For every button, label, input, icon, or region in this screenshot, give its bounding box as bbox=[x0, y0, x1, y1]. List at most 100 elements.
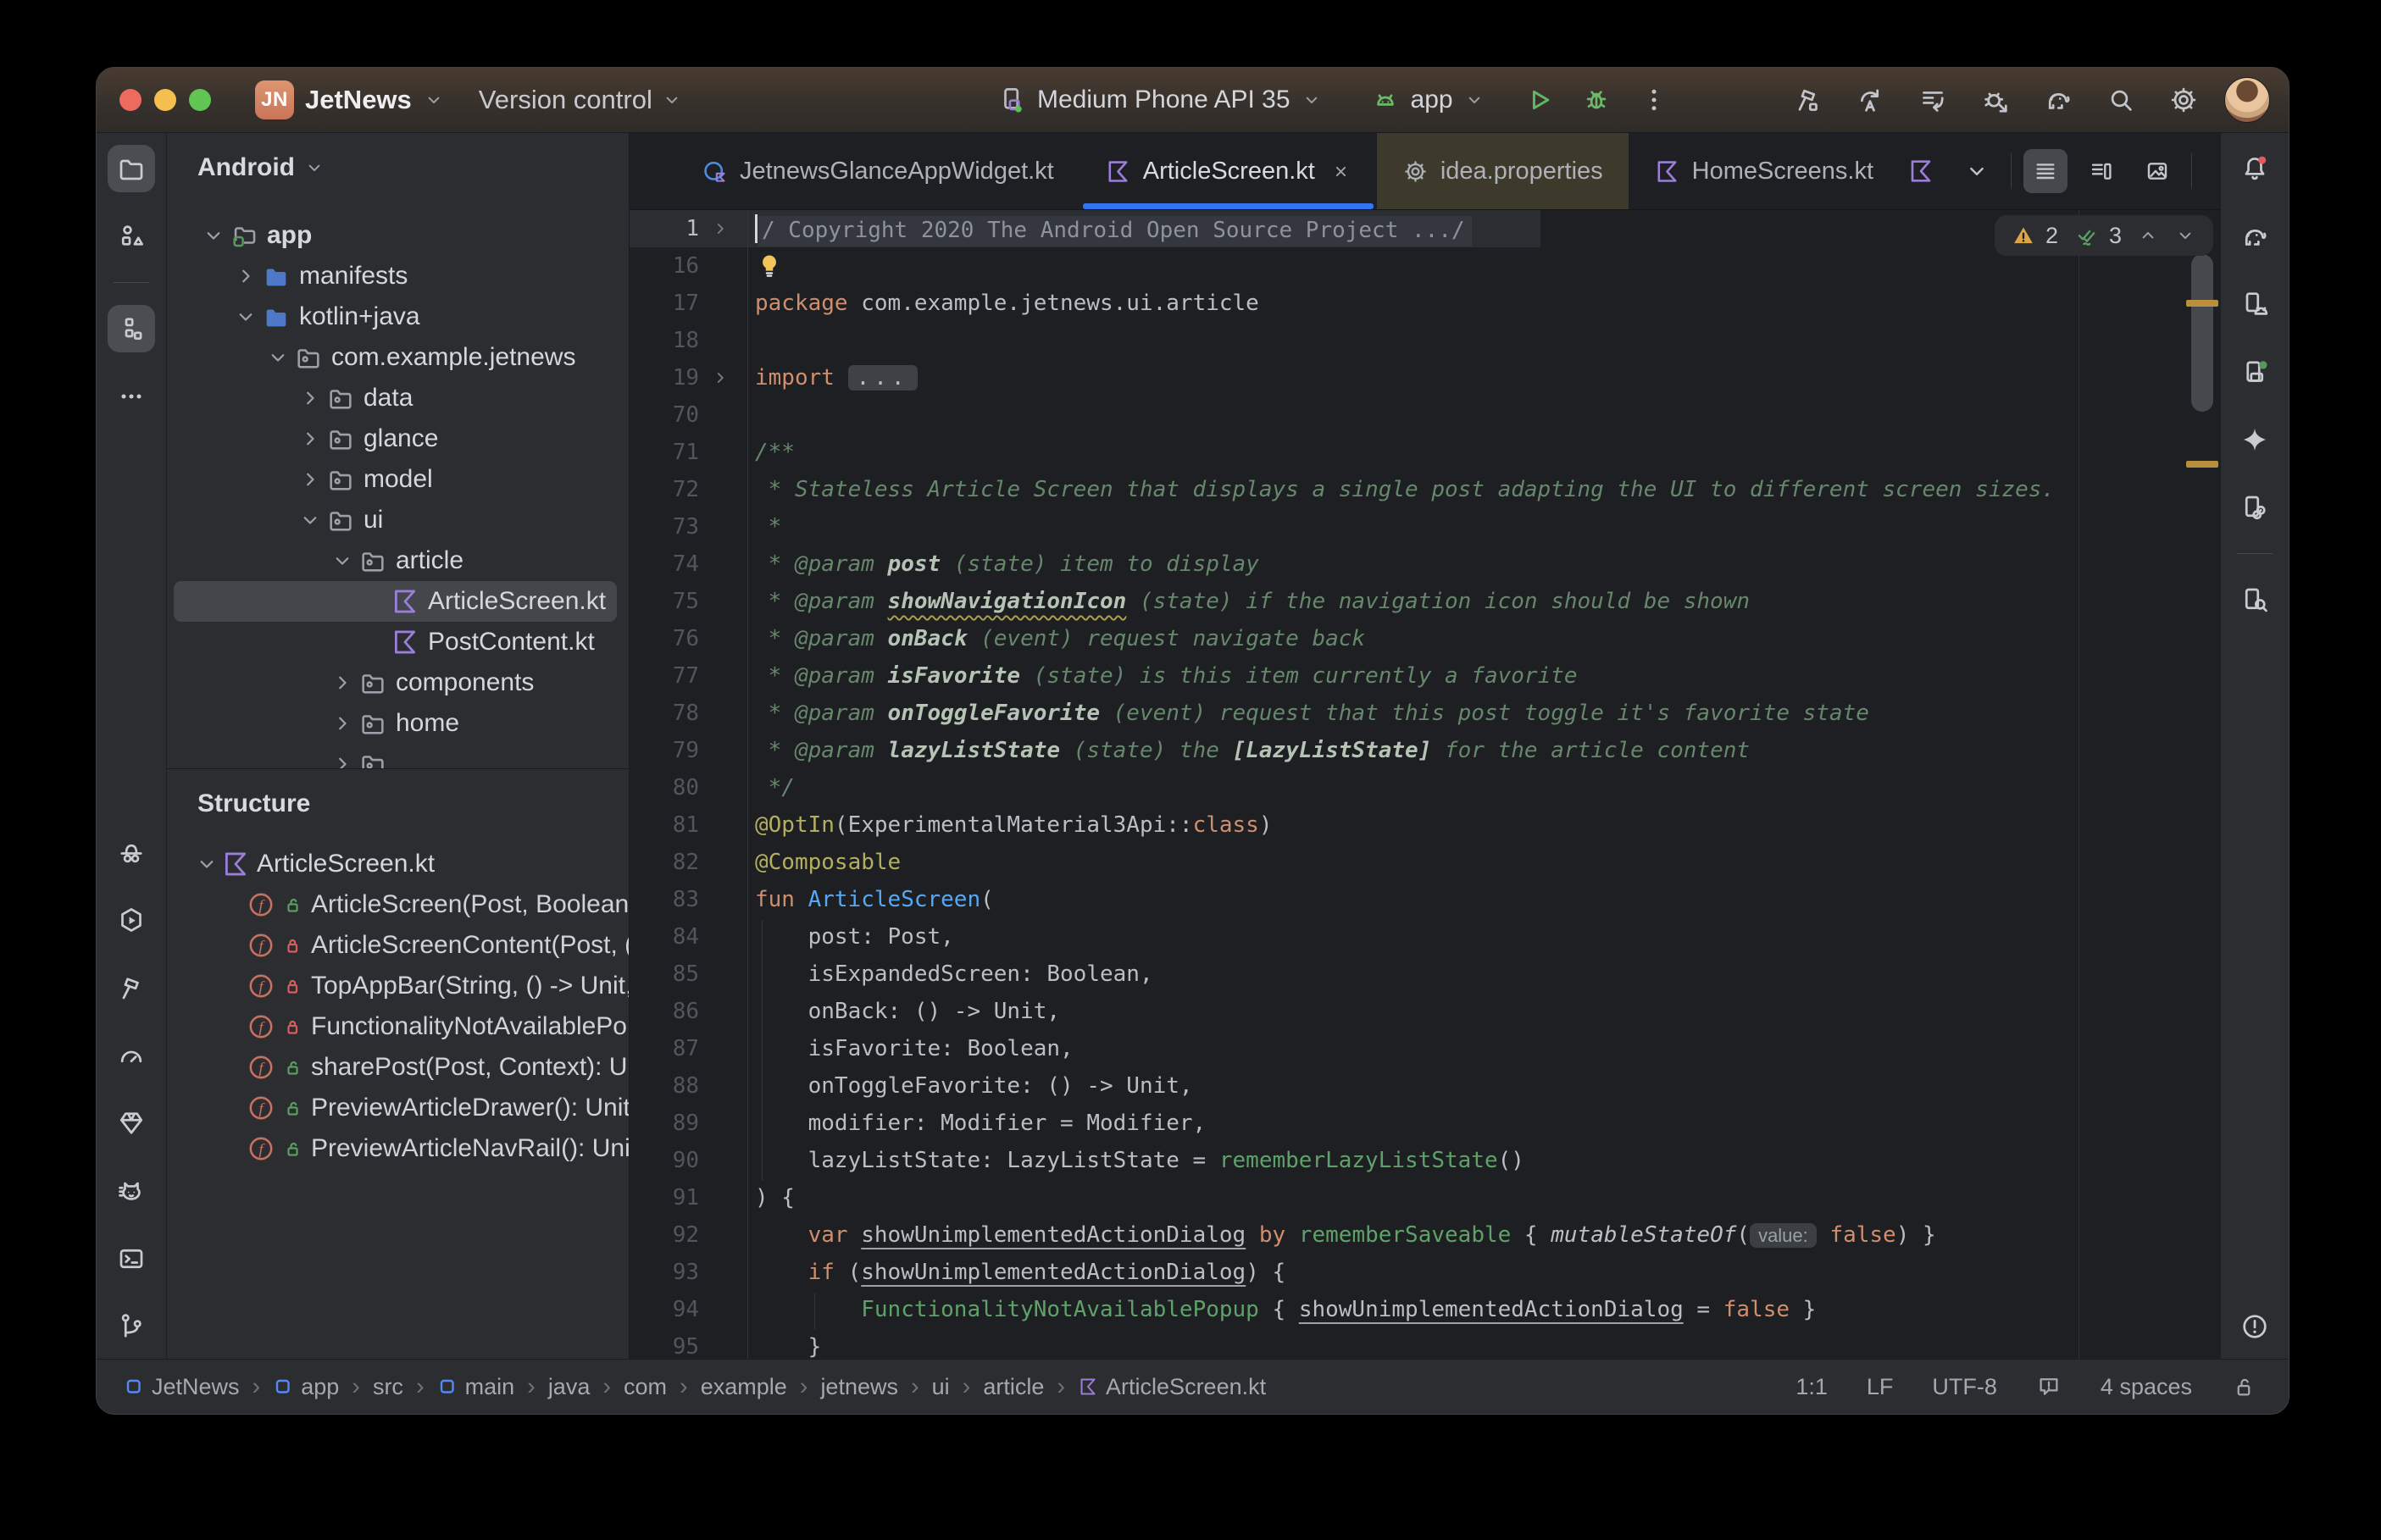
line-number[interactable]: 88 bbox=[630, 1073, 699, 1099]
minimize-window-button[interactable] bbox=[154, 89, 176, 111]
project-tree-item-ui[interactable]: ui bbox=[174, 500, 617, 540]
line-number[interactable]: 1 bbox=[630, 216, 699, 241]
line-number[interactable]: 92 bbox=[630, 1222, 699, 1248]
code-text[interactable]: * @param onToggleFavorite (event) reques… bbox=[748, 701, 2220, 726]
attach-debugger-button[interactable] bbox=[1973, 78, 2017, 122]
code-line-95[interactable]: 95 } bbox=[630, 1328, 2220, 1359]
line-number[interactable]: 85 bbox=[630, 961, 699, 987]
project-widget[interactable]: JN JetNews bbox=[255, 80, 445, 119]
breadcrumb-jetnews[interactable]: JetNews bbox=[124, 1374, 240, 1400]
code-text[interactable]: } bbox=[748, 1334, 2220, 1359]
line-number[interactable]: 89 bbox=[630, 1111, 699, 1136]
next-problem-icon[interactable] bbox=[2174, 224, 2196, 247]
project-tree-item-app[interactable]: app bbox=[174, 215, 617, 256]
structure-tool-button[interactable] bbox=[108, 305, 155, 352]
apply-changes-button[interactable] bbox=[1848, 78, 1892, 122]
tab-homescreens-kt[interactable]: HomeScreens.kt bbox=[1629, 133, 1899, 209]
project-tool-button[interactable] bbox=[108, 145, 155, 192]
code-text[interactable]: package com.example.jetnews.ui.article bbox=[748, 291, 2220, 316]
chevron-down-icon[interactable] bbox=[233, 304, 258, 330]
project-tree-item-partial[interactable] bbox=[174, 744, 617, 768]
chevron-down-icon[interactable] bbox=[201, 223, 226, 248]
close-tab-icon[interactable] bbox=[1330, 161, 1351, 182]
chevron-right-icon[interactable] bbox=[330, 711, 355, 736]
breadcrumb-article[interactable]: article bbox=[983, 1374, 1044, 1400]
code-text[interactable]: * @param isFavorite (state) is this item… bbox=[748, 663, 2220, 689]
code-text[interactable] bbox=[748, 252, 2220, 280]
line-number[interactable]: 79 bbox=[630, 738, 699, 763]
chevron-down-icon[interactable] bbox=[265, 345, 291, 370]
code-text[interactable]: * bbox=[748, 514, 2220, 540]
problems-button[interactable] bbox=[2231, 1303, 2278, 1350]
chevron-down-icon[interactable] bbox=[297, 507, 323, 533]
code-text[interactable]: /** bbox=[748, 440, 2220, 465]
view-code-button[interactable] bbox=[2023, 149, 2067, 193]
code-line-70[interactable]: 70 bbox=[630, 396, 2220, 434]
breadcrumb-java[interactable]: java bbox=[548, 1374, 591, 1400]
breadcrumb-app[interactable]: app bbox=[273, 1374, 339, 1400]
device-selector[interactable]: Medium Phone API 35 bbox=[996, 85, 1323, 115]
project-tree-item-article[interactable]: article bbox=[174, 540, 617, 581]
line-number[interactable]: 19 bbox=[630, 365, 699, 391]
project-tree-item-model[interactable]: model bbox=[174, 459, 617, 500]
code-text[interactable]: fun ArticleScreen( bbox=[748, 887, 2220, 912]
line-number[interactable]: 86 bbox=[630, 999, 699, 1024]
settings-button[interactable] bbox=[2162, 78, 2206, 122]
code-line-72[interactable]: 72 * Stateless Article Screen that displ… bbox=[630, 471, 2220, 508]
reader-mode-icon[interactable] bbox=[2036, 1374, 2062, 1399]
project-tree-item-components[interactable]: components bbox=[174, 662, 617, 703]
run-configuration-selector[interactable]: app bbox=[1370, 85, 1485, 115]
project-tree-item-home[interactable]: home bbox=[174, 703, 617, 744]
line-number[interactable]: 95 bbox=[630, 1334, 699, 1359]
line-number[interactable]: 17 bbox=[630, 291, 699, 316]
previous-problem-icon[interactable] bbox=[2137, 224, 2159, 247]
code-line-87[interactable]: 87 isFavorite: Boolean, bbox=[630, 1030, 2220, 1067]
inspections-widget[interactable]: 2 3 bbox=[1995, 215, 2213, 256]
run-button[interactable] bbox=[1516, 77, 1562, 123]
project-view-header[interactable]: Android bbox=[167, 133, 629, 187]
code-line-76[interactable]: 76 * @param onBack (event) request navig… bbox=[630, 620, 2220, 657]
app-quality-insights-button[interactable] bbox=[108, 828, 155, 876]
code-line-18[interactable]: 18 bbox=[630, 322, 2220, 359]
chevron-right-icon[interactable] bbox=[297, 426, 323, 451]
breadcrumb-main[interactable]: main bbox=[437, 1374, 515, 1400]
line-number[interactable]: 94 bbox=[630, 1297, 699, 1322]
structure-item-articlescreencontent-post-[interactable]: fArticleScreenContent(Post, () bbox=[167, 925, 629, 966]
terminal-button[interactable] bbox=[108, 1235, 155, 1282]
breadcrumb-articlescreen-kt[interactable]: ArticleScreen.kt bbox=[1078, 1374, 1266, 1400]
line-number[interactable]: 83 bbox=[630, 887, 699, 912]
line-number[interactable]: 90 bbox=[630, 1148, 699, 1173]
search-everywhere-button[interactable] bbox=[2099, 78, 2143, 122]
code-text[interactable]: */ bbox=[748, 775, 2220, 800]
structure-item-sharepost-post-context-un[interactable]: fsharePost(Post, Context): Un bbox=[167, 1047, 629, 1088]
project-tree-item-data[interactable]: data bbox=[174, 378, 617, 418]
build-button[interactable] bbox=[1785, 78, 1829, 122]
running-devices-button[interactable] bbox=[2231, 348, 2278, 396]
code-line-88[interactable]: 88 onToggleFavorite: () -> Unit, bbox=[630, 1067, 2220, 1105]
line-number[interactable]: 71 bbox=[630, 440, 699, 465]
view-split-button[interactable] bbox=[2079, 149, 2123, 193]
line-number[interactable]: 18 bbox=[630, 328, 699, 353]
profiler-button[interactable] bbox=[108, 1032, 155, 1079]
view-preview-button[interactable] bbox=[2135, 149, 2179, 193]
line-number[interactable]: 70 bbox=[630, 402, 699, 428]
structure-item-topappbar-string-unit-[interactable]: fTopAppBar(String, () -> Unit, bbox=[167, 966, 629, 1006]
device-manager-button[interactable] bbox=[2231, 280, 2278, 328]
fold-marker-icon[interactable] bbox=[699, 219, 741, 239]
code-text[interactable]: * Stateless Article Screen that displays… bbox=[748, 477, 2220, 502]
code-text[interactable]: FunctionalityNotAvailablePopup { showUni… bbox=[748, 1297, 2220, 1322]
code-text[interactable]: var showUnimplementedActionDialog by rem… bbox=[748, 1222, 2220, 1248]
code-line-82[interactable]: 82@Composable bbox=[630, 844, 2220, 881]
code-line-92[interactable]: 92 var showUnimplementedActionDialog by … bbox=[630, 1216, 2220, 1254]
user-avatar[interactable] bbox=[2224, 77, 2270, 123]
run-tasks-button[interactable] bbox=[1911, 78, 1955, 122]
code-text[interactable]: import ... bbox=[748, 365, 2220, 391]
line-number[interactable]: 77 bbox=[630, 663, 699, 689]
fold-marker-icon[interactable] bbox=[699, 368, 741, 388]
code-text[interactable]: isExpandedScreen: Boolean, bbox=[748, 961, 2220, 987]
line-number[interactable]: 72 bbox=[630, 477, 699, 502]
line-number[interactable]: 16 bbox=[630, 253, 699, 279]
line-number[interactable]: 76 bbox=[630, 626, 699, 651]
chevron-right-icon[interactable] bbox=[297, 385, 323, 411]
chevron-right-icon[interactable] bbox=[233, 263, 258, 289]
